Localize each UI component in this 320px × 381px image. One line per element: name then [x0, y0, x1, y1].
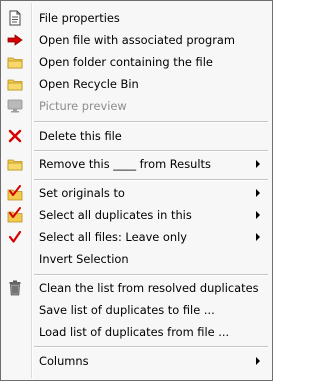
menu-item-save-list[interactable]: Save list of duplicates to file ...	[3, 299, 270, 321]
menu-item-open-folder[interactable]: Open folder containing the file	[3, 51, 270, 73]
context-menu: File properties Open file with associate…	[0, 0, 273, 381]
menu-item-picture-preview[interactable]: Picture preview	[3, 95, 270, 117]
menu-item-label: Clean the list from resolved duplicates	[39, 281, 259, 295]
menu-item-label: Invert Selection	[39, 252, 129, 266]
menu-item-select-all-files[interactable]: Select all files: Leave only	[3, 226, 270, 248]
submenu-arrow-icon	[256, 211, 260, 219]
menu-item-file-properties[interactable]: File properties	[3, 7, 270, 29]
menu-item-open-recycle-bin[interactable]: Open Recycle Bin	[3, 73, 270, 95]
menu-item-label: Open Recycle Bin	[39, 77, 139, 91]
menu-separator	[34, 274, 268, 276]
red-check-icon	[7, 229, 23, 245]
submenu-arrow-icon	[256, 233, 260, 241]
red-x-icon	[7, 128, 23, 144]
menu-item-delete-file[interactable]: Delete this file	[3, 125, 270, 147]
monitor-icon	[7, 98, 23, 114]
submenu-arrow-icon	[256, 160, 260, 168]
menu-item-label: Open file with associated program	[39, 33, 235, 47]
menu-item-label: Load list of duplicates from file ...	[39, 325, 230, 339]
checked-folder-icon	[7, 185, 23, 201]
menu-item-label: Select all files: Leave only	[39, 230, 188, 244]
menu-separator	[34, 346, 268, 348]
menu-item-label: Remove this ____ from Results	[39, 157, 211, 171]
menu-separator	[34, 150, 268, 152]
menu-separator	[34, 179, 268, 181]
menu-item-invert-selection[interactable]: Invert Selection	[3, 248, 270, 270]
menu-item-label: Delete this file	[39, 129, 122, 143]
folder-icon	[7, 54, 23, 70]
menu-item-label: Select all duplicates in this	[39, 208, 192, 222]
menu-item-load-list[interactable]: Load list of duplicates from file ...	[3, 321, 270, 343]
document-icon	[7, 10, 23, 26]
folder-icon	[7, 76, 23, 92]
menu-item-set-originals[interactable]: Set originals to	[3, 182, 270, 204]
menu-item-remove-from-results[interactable]: Remove this ____ from Results	[3, 153, 270, 175]
trash-icon	[7, 280, 23, 296]
checked-folder-icon	[7, 207, 23, 223]
menu-item-select-duplicates[interactable]: Select all duplicates in this	[3, 204, 270, 226]
menu-item-label: Columns	[39, 354, 89, 368]
menu-item-open-with-program[interactable]: Open file with associated program	[3, 29, 270, 51]
submenu-arrow-icon	[256, 189, 260, 197]
menu-item-label: File properties	[39, 11, 120, 25]
submenu-arrow-icon	[256, 357, 260, 365]
menu-item-label: Open folder containing the file	[39, 55, 213, 69]
menu-item-columns[interactable]: Columns	[3, 350, 270, 372]
menu-item-label: Save list of duplicates to file ...	[39, 303, 215, 317]
folder-icon	[7, 156, 23, 172]
menu-separator	[34, 121, 268, 123]
menu-item-label: Picture preview	[39, 99, 127, 113]
menu-item-clean-list[interactable]: Clean the list from resolved duplicates	[3, 277, 270, 299]
menu-item-label: Set originals to	[39, 186, 125, 200]
red-arrow-icon	[7, 32, 23, 48]
